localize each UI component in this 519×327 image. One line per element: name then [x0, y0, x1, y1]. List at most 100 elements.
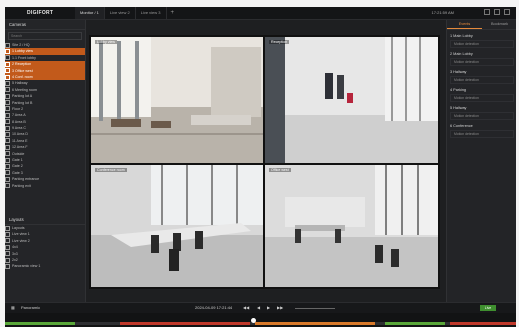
layout-item-label: Live view 1 — [12, 232, 30, 237]
tab-bookmark[interactable]: Bookmark — [482, 20, 516, 29]
step-back-icon[interactable]: ◀ — [257, 305, 260, 310]
event-title: 6 Conference — [450, 124, 473, 128]
tree-item-label: 11 Area E — [12, 138, 28, 143]
camera-icon — [5, 176, 10, 182]
live-button[interactable]: Live — [480, 305, 496, 311]
add-tab-button[interactable]: + — [167, 7, 179, 19]
timeline[interactable] — [5, 313, 516, 327]
window-controls — [484, 9, 510, 15]
timeline-cursor[interactable] — [251, 318, 256, 323]
event-detail: Motion detection — [450, 40, 514, 48]
tree-item-label: 1 Lobby view — [12, 49, 33, 54]
maximize-icon[interactable] — [494, 9, 500, 15]
layout-tree: Layouts Live view 1 Live view 2 4x4 3x3 2x2 Pa… — [5, 225, 85, 270]
minimize-icon[interactable] — [484, 9, 490, 15]
tree-item-label: Gate 2 — [12, 164, 23, 169]
camera-icon — [5, 55, 10, 61]
speed-slider[interactable] — [295, 308, 335, 309]
camera-icon — [5, 157, 10, 163]
events-panel: Events Bookmark 1 Main Lobby Motion detec… — [446, 20, 516, 302]
tree-item-label: Parking lot A — [12, 94, 33, 99]
event-title: 3 Hallway — [450, 70, 467, 74]
layout-icon — [5, 263, 10, 269]
event-title: 5 Hallway — [450, 106, 467, 110]
event-item[interactable]: 2 Main Lobby Motion detection — [450, 51, 514, 66]
layout-item[interactable]: Panoramic view 1 — [5, 263, 85, 269]
timeline-segment — [255, 322, 375, 325]
panel-title: Cameras — [5, 20, 85, 30]
close-icon[interactable] — [504, 9, 510, 15]
tree-item-label: 1.1 Front lobby — [12, 55, 36, 60]
video-tile[interactable]: Conference room — [91, 165, 263, 287]
lobby-camera-feed — [91, 37, 263, 163]
timeline-segment — [5, 322, 75, 325]
event-item[interactable]: 1 Main Lobby Motion detection — [450, 33, 514, 48]
tree-item[interactable]: Parking exit — [5, 183, 85, 189]
tab-events[interactable]: Events — [447, 20, 482, 29]
layout-icon — [5, 251, 10, 257]
camera-icon — [5, 151, 10, 157]
tile-label: Lobby view — [95, 40, 117, 44]
timeline-segment — [385, 322, 445, 325]
forward-icon[interactable]: ▶▶ — [277, 305, 283, 310]
tree-item-label: Parking exit — [12, 183, 31, 188]
grid-icon[interactable]: ▦ — [11, 305, 15, 310]
layout-item-label: Panoramic view 1 — [12, 264, 41, 269]
event-title: 1 Main Lobby — [450, 34, 473, 38]
tree-item-label: Parking entrance — [12, 177, 40, 182]
layout-item-label: 4x4 — [12, 245, 18, 250]
events-tabs: Events Bookmark — [447, 20, 516, 30]
video-grid: Lobby view Reception Conference room Off… — [89, 35, 440, 289]
event-item[interactable]: 3 Hallway Motion detection — [450, 69, 514, 84]
tab-live-1[interactable]: Monitor / 1 — [75, 7, 105, 19]
layout-icon — [5, 244, 10, 250]
video-tile[interactable]: Reception — [265, 37, 438, 163]
camera-icon — [5, 74, 10, 80]
camera-icon — [5, 125, 10, 131]
reception-camera-feed — [265, 37, 438, 163]
tree-item-label: 7 Area A — [12, 113, 26, 118]
event-item[interactable]: 4 Parking Motion detection — [450, 87, 514, 102]
tile-label: Reception — [269, 40, 290, 44]
layout-icon — [5, 225, 10, 231]
tree-item-label: 4 Conf. room — [12, 74, 33, 79]
camera-icon — [5, 42, 10, 48]
camera-icon — [5, 144, 10, 150]
timeline-track[interactable] — [5, 322, 516, 325]
play-icon[interactable]: ▶ — [267, 305, 270, 310]
app-brand: DIGIFORT — [27, 10, 54, 16]
layout-item-label: 2x2 — [12, 257, 18, 262]
camera-tree: Site 2 / HQ 1 Lobby view 1.1 Front lobby 2 … — [5, 42, 85, 189]
video-tile[interactable]: Lobby view — [91, 37, 263, 163]
camera-icon — [5, 163, 10, 169]
event-item[interactable]: 6 Conference Motion detection — [450, 123, 514, 138]
layout-icon — [5, 238, 10, 244]
event-title: 4 Parking — [450, 88, 467, 92]
search-input[interactable]: Search — [8, 32, 82, 40]
app-window: DIGIFORT Monitor / 1 Live view 2 Live vi… — [5, 7, 516, 327]
view-tabs: Monitor / 1 Live view 2 Live view 3 + — [75, 7, 178, 19]
clock-display: 17:21:59 AM — [431, 10, 454, 15]
office-camera-feed — [265, 165, 438, 287]
camera-icon — [5, 100, 10, 106]
camera-icon — [5, 132, 10, 138]
tree-item-label: 12 Area F — [12, 145, 28, 150]
tree-item-label: 6 Meeting room — [12, 87, 37, 92]
rewind-icon[interactable]: ◀◀ — [243, 305, 249, 310]
camera-icon — [5, 61, 10, 67]
video-tile[interactable]: Office west — [265, 165, 438, 287]
event-title: 2 Main Lobby — [450, 52, 473, 56]
tab-live-2[interactable]: Live view 2 — [105, 7, 136, 19]
tree-item-label: Gate 3 — [12, 170, 23, 175]
tree-item-label: 8 Area B — [12, 119, 26, 124]
layout-item-label: Layouts — [12, 226, 25, 230]
tree-item-label: 10 Area D — [12, 132, 28, 137]
camera-icon — [5, 119, 10, 125]
event-detail: Motion detection — [450, 58, 514, 66]
event-item[interactable]: 5 Hallway Motion detection — [450, 105, 514, 120]
tab-live-3[interactable]: Live view 3 — [136, 7, 167, 19]
camera-icon — [5, 80, 10, 86]
camera-tree-panel: Cameras Search Site 2 / HQ 1 Lobby view 1.… — [5, 20, 86, 302]
conference-camera-feed — [91, 165, 263, 287]
tree-item-label: Outside — [12, 151, 25, 156]
